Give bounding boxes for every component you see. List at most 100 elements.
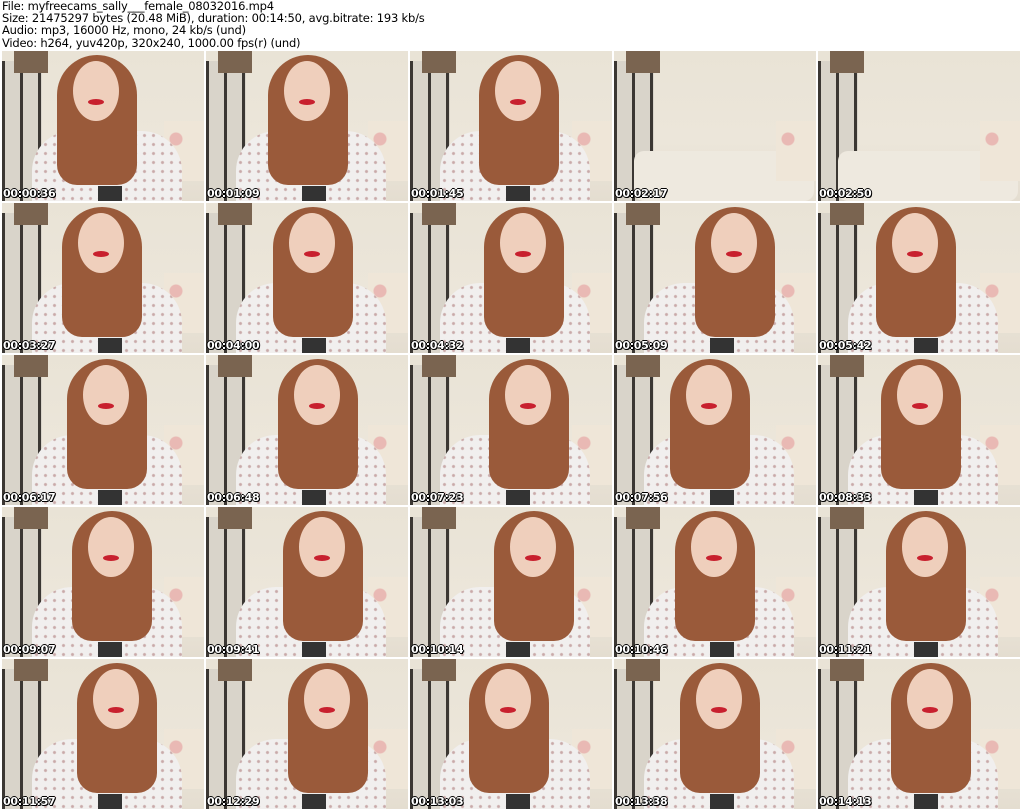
timestamp: 00:04:00 bbox=[207, 339, 260, 352]
timestamp: 00:02:50 bbox=[819, 187, 872, 200]
timestamp: 00:09:41 bbox=[207, 643, 260, 656]
video-thumbnail: 00:02:50 bbox=[818, 51, 1020, 201]
person-clothing-detail bbox=[914, 338, 938, 353]
video-thumbnail: 00:06:48 bbox=[206, 355, 408, 505]
lamp bbox=[626, 203, 660, 225]
person-clothing-detail bbox=[710, 794, 734, 809]
lamp bbox=[830, 203, 864, 225]
person-lips bbox=[726, 251, 742, 257]
person-clothing-detail bbox=[914, 642, 938, 657]
person-lips bbox=[525, 555, 541, 561]
lamp bbox=[830, 659, 864, 681]
video-thumbnail: 00:04:32 bbox=[410, 203, 612, 353]
person-clothing-detail bbox=[506, 186, 530, 201]
pillow bbox=[980, 121, 1020, 181]
timestamp: 00:02:17 bbox=[615, 187, 668, 200]
video-thumbnail: 00:01:09 bbox=[206, 51, 408, 201]
person-lips bbox=[304, 251, 320, 257]
lamp bbox=[626, 507, 660, 529]
person-face bbox=[294, 365, 340, 425]
person-face bbox=[304, 669, 350, 729]
video-thumbnail: 00:12:29 bbox=[206, 659, 408, 809]
lamp bbox=[422, 659, 456, 681]
video-thumbnail: 00:00:36 bbox=[2, 51, 204, 201]
person-clothing-detail bbox=[914, 794, 938, 809]
lamp bbox=[830, 51, 864, 73]
person-lips bbox=[314, 555, 330, 561]
timestamp: 00:05:09 bbox=[615, 339, 668, 352]
lamp bbox=[626, 355, 660, 377]
lamp bbox=[830, 507, 864, 529]
person-clothing-detail bbox=[98, 794, 122, 809]
video-thumbnail: 00:09:07 bbox=[2, 507, 204, 657]
person-lips bbox=[706, 555, 722, 561]
person-lips bbox=[93, 251, 109, 257]
person-lips bbox=[907, 251, 923, 257]
video-thumbnail: 00:05:42 bbox=[818, 203, 1020, 353]
person-clothing-detail bbox=[506, 642, 530, 657]
lamp bbox=[626, 51, 660, 73]
person-clothing-detail bbox=[302, 490, 326, 505]
timestamp: 00:09:07 bbox=[3, 643, 56, 656]
person-clothing-detail bbox=[302, 794, 326, 809]
person-clothing-detail bbox=[98, 186, 122, 201]
video-thumbnail: 00:06:17 bbox=[2, 355, 204, 505]
person-lips bbox=[98, 403, 114, 409]
timestamp: 00:07:23 bbox=[411, 491, 464, 504]
person-lips bbox=[500, 707, 516, 713]
person-face bbox=[495, 61, 541, 121]
person-face bbox=[88, 517, 134, 577]
lamp bbox=[218, 507, 252, 529]
timestamp: 00:10:46 bbox=[615, 643, 668, 656]
timestamp: 00:11:57 bbox=[3, 795, 56, 808]
person-clothing-detail bbox=[302, 338, 326, 353]
video-thumbnail: 00:11:21 bbox=[818, 507, 1020, 657]
lamp bbox=[422, 203, 456, 225]
lamp bbox=[14, 203, 48, 225]
person-lips bbox=[520, 403, 536, 409]
person-face bbox=[902, 517, 948, 577]
person-face bbox=[711, 213, 757, 273]
person-clothing-detail bbox=[710, 490, 734, 505]
person-lips bbox=[917, 555, 933, 561]
video-thumbnail: 00:07:23 bbox=[410, 355, 612, 505]
person-clothing-detail bbox=[710, 338, 734, 353]
timestamp: 00:12:29 bbox=[207, 795, 260, 808]
lamp bbox=[422, 51, 456, 73]
video-thumbnail: 00:02:17 bbox=[614, 51, 816, 201]
person-lips bbox=[912, 403, 928, 409]
person-face bbox=[78, 213, 124, 273]
video-thumbnail: 00:14:13 bbox=[818, 659, 1020, 809]
timestamp: 00:11:21 bbox=[819, 643, 872, 656]
video-thumbnail: 00:13:38 bbox=[614, 659, 816, 809]
audio-info: Audio: mp3, 16000 Hz, mono, 24 kb/s (und… bbox=[2, 23, 246, 38]
video-thumbnail: 00:10:14 bbox=[410, 507, 612, 657]
person-clothing-detail bbox=[98, 642, 122, 657]
person-face bbox=[892, 213, 938, 273]
person-lips bbox=[711, 707, 727, 713]
timestamp: 00:08:33 bbox=[819, 491, 872, 504]
person-clothing-detail bbox=[302, 642, 326, 657]
person-clothing-detail bbox=[98, 490, 122, 505]
video-thumbnail: 00:08:33 bbox=[818, 355, 1020, 505]
lamp bbox=[218, 203, 252, 225]
video-thumbnail: 00:07:56 bbox=[614, 355, 816, 505]
thumbnail-grid: 00:00:36 00:01:09 00:01:45 00:02:17 00:02:50… bbox=[2, 51, 1020, 809]
person-lips bbox=[701, 403, 717, 409]
timestamp: 00:06:48 bbox=[207, 491, 260, 504]
video-thumbnail: 00:01:45 bbox=[410, 51, 612, 201]
person-face bbox=[686, 365, 732, 425]
person-face bbox=[907, 669, 953, 729]
lamp bbox=[14, 659, 48, 681]
lamp bbox=[830, 355, 864, 377]
timestamp: 00:00:36 bbox=[3, 187, 56, 200]
person-clothing-detail bbox=[506, 794, 530, 809]
video-thumbnail: 00:10:46 bbox=[614, 507, 816, 657]
lamp bbox=[422, 507, 456, 529]
person-face bbox=[485, 669, 531, 729]
person-lips bbox=[88, 99, 104, 105]
timestamp: 00:05:42 bbox=[819, 339, 872, 352]
person-face bbox=[510, 517, 556, 577]
person-face bbox=[691, 517, 737, 577]
video-thumbnail: 00:09:41 bbox=[206, 507, 408, 657]
